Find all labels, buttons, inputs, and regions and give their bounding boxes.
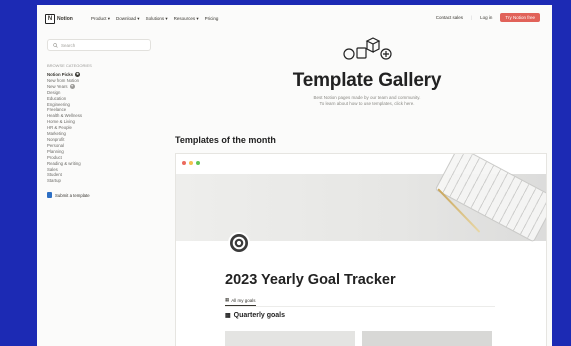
nav-resources[interactable]: Resources ▾ bbox=[174, 16, 199, 22]
view-tab-all-goals[interactable]: ▦ All my goals bbox=[225, 297, 256, 306]
document-icon bbox=[47, 192, 52, 199]
search-input[interactable]: Search bbox=[47, 39, 151, 51]
nav-solutions[interactable]: Solutions ▾ bbox=[146, 16, 168, 22]
goal-thumbnail-2[interactable] bbox=[362, 331, 492, 346]
contact-sales-link[interactable]: Contact sales bbox=[436, 15, 463, 20]
star-icon: ★ bbox=[75, 72, 81, 78]
search-icon bbox=[53, 42, 58, 48]
grid-icon: ▦ bbox=[225, 313, 231, 319]
quarterly-goals-heading: ▦ Quarterly goals bbox=[225, 312, 286, 319]
sidebar-section-label: BROWSE CATEGORIES bbox=[47, 63, 92, 68]
window-controls bbox=[182, 161, 200, 165]
minimize-dot-icon bbox=[189, 161, 193, 165]
hero-subtitle: Best Notion pages made by our team and c… bbox=[313, 95, 421, 106]
nav-download[interactable]: Download ▾ bbox=[116, 16, 140, 22]
login-link[interactable]: Log in bbox=[480, 15, 492, 20]
keyboard-photo-icon bbox=[434, 154, 546, 243]
template-title: 2023 Yearly Goal Tracker bbox=[225, 272, 396, 288]
nav-links: Product ▾ Download ▾ Solutions ▾ Resourc… bbox=[91, 16, 218, 22]
sidebar: Search BROWSE CATEGORIES Notion Picks ★ N… bbox=[47, 39, 167, 199]
section-title: Templates of the month bbox=[175, 135, 276, 145]
page-title: Template Gallery bbox=[292, 70, 442, 91]
submit-template-link[interactable]: Submit a template bbox=[47, 192, 167, 199]
goal-thumbnail-1[interactable] bbox=[225, 331, 355, 346]
nav-pricing[interactable]: Pricing bbox=[205, 16, 219, 22]
notion-logo-icon[interactable]: N bbox=[45, 14, 55, 24]
close-dot-icon bbox=[182, 161, 186, 165]
header-actions: Contact sales | Log in Try Notion free bbox=[436, 13, 540, 22]
target-icon bbox=[228, 232, 250, 254]
template-cover-image bbox=[176, 154, 546, 243]
nav-product[interactable]: Product ▾ bbox=[91, 16, 110, 22]
hero: Template Gallery Best Notion pages made … bbox=[217, 35, 517, 107]
try-free-button[interactable]: Try Notion free bbox=[500, 13, 540, 22]
submit-template-label: Submit a template bbox=[55, 192, 90, 198]
sidebar-item-startup[interactable]: Startup bbox=[47, 178, 167, 184]
table-icon: ▦ bbox=[225, 297, 230, 302]
search-placeholder: Search bbox=[61, 42, 76, 48]
doodle-illustration-icon bbox=[343, 37, 392, 60]
brand-name[interactable]: Notion bbox=[57, 16, 73, 22]
featured-template-card[interactable]: 2023 Yearly Goal Tracker ▦ All my goals … bbox=[175, 153, 547, 346]
tab-divider bbox=[225, 306, 495, 307]
top-navigation: N Notion Product ▾ Download ▾ Solutions … bbox=[37, 5, 552, 33]
browser-viewport: N Notion Product ▾ Download ▾ Solutions … bbox=[37, 5, 552, 346]
party-icon: ✦ bbox=[69, 84, 75, 90]
maximize-dot-icon bbox=[196, 161, 200, 165]
header-divider: | bbox=[470, 15, 473, 20]
